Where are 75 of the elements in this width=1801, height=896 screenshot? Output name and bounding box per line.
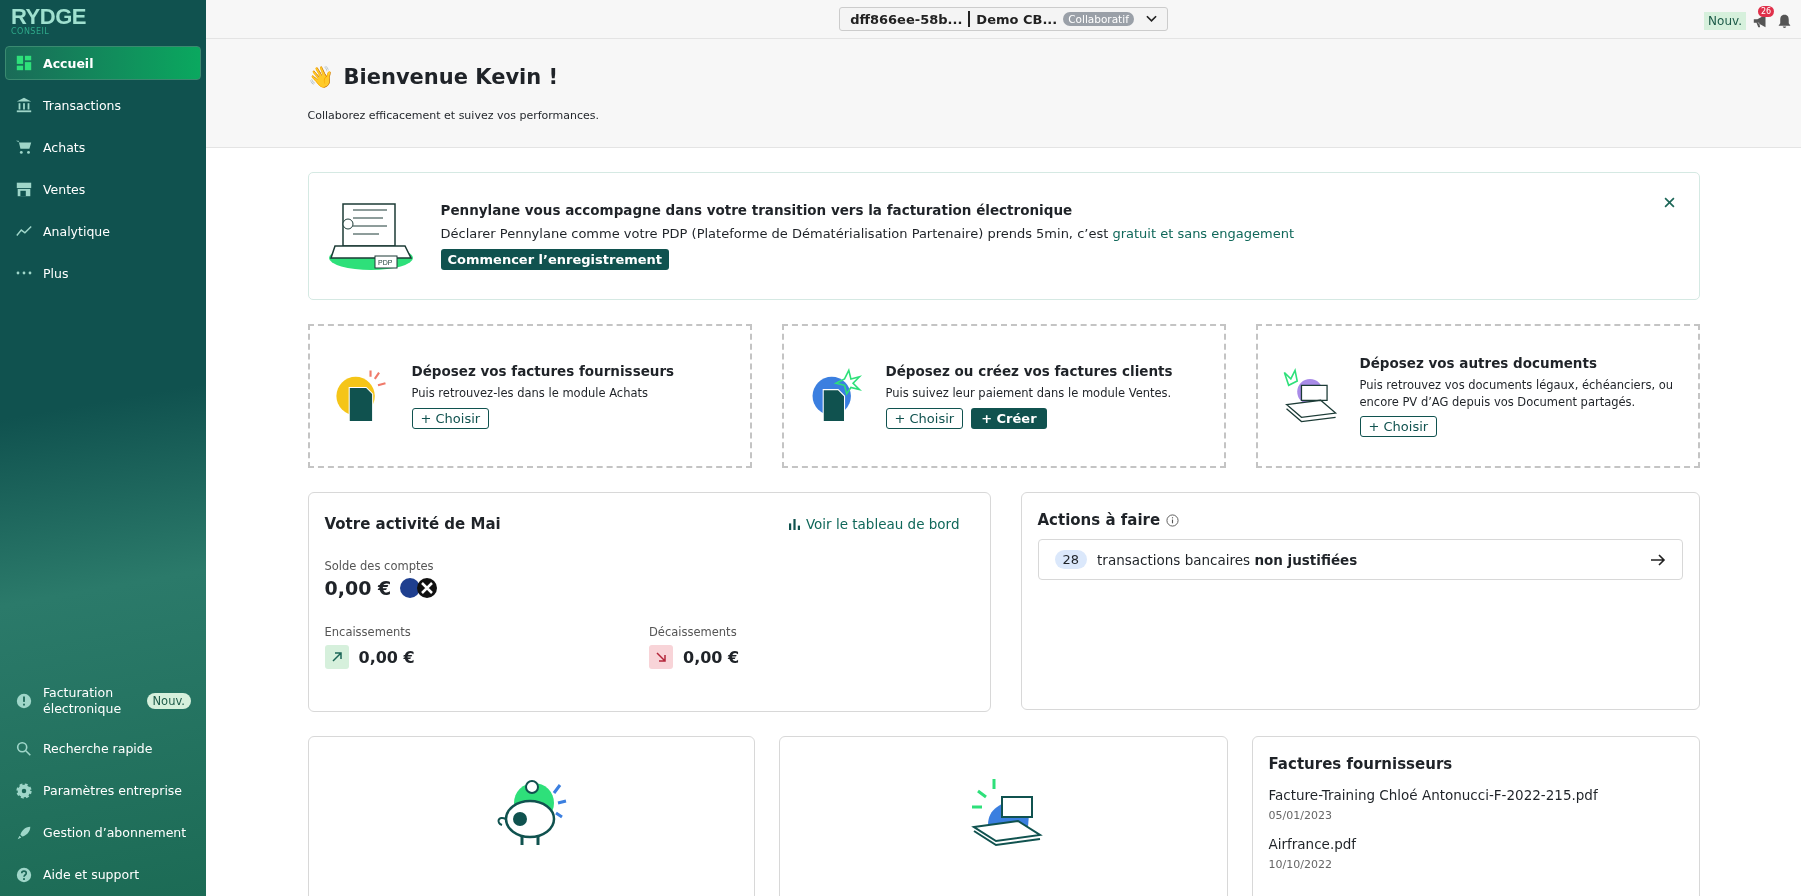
gear-icon: [15, 782, 33, 800]
arrow-down-right-icon: [649, 645, 673, 669]
notification-count: 26: [1758, 6, 1775, 17]
choose-button[interactable]: + Choisir: [1359, 415, 1438, 437]
nav-item[interactable]: Recherche rapide: [5, 732, 201, 766]
company-id: dff866ee-58b...: [850, 11, 963, 27]
dropzone-title: Déposez ou créez vos factures clients: [885, 363, 1173, 380]
upload-dropzone[interactable]: Déposez ou créez vos factures clients Puis suivez leur paiement dans le module Ventes. + Choisir + Créer: [781, 324, 1226, 468]
card-title: Votre activité de Mai: [324, 515, 501, 533]
bell-icon[interactable]: [1776, 12, 1793, 30]
card-title: Factures fournisseurs: [1268, 755, 1454, 773]
company-selector[interactable]: dff866ee-58b... Demo CB... Collaboratif: [839, 7, 1168, 31]
balance-label: Solde des comptes: [324, 559, 435, 573]
close-icon[interactable]: [1663, 197, 1675, 208]
outflow-label: Décaissements: [649, 625, 738, 639]
cart-icon: [15, 138, 33, 156]
dropzone-title: Déposez vos factures fournisseurs: [411, 363, 675, 380]
balance-amount: 0,00 €: [324, 577, 392, 599]
invoice-date: 10/10/2022: [1268, 858, 1333, 871]
nav-item[interactable]: Aide et support: [5, 858, 201, 892]
arrow-up-right-icon: [324, 645, 349, 669]
dashboard-icon: [15, 54, 33, 72]
nav-item[interactable]: Paramètres entreprise: [5, 774, 201, 808]
alert-icon: [15, 691, 33, 710]
bank-icon: [15, 96, 33, 114]
invoice-file-name[interactable]: Airfrance.pdf: [1268, 836, 1683, 852]
banner-title: Pennylane vous accompagne dans votre transition vers la facturation électronique: [440, 202, 1073, 218]
banner-text: Déclarer Pennylane comme votre PDP (Plateforme de Dématérialisation Partenaire) prends 5min, c’est: [440, 226, 1109, 241]
search-icon: [15, 740, 33, 758]
store-icon: [15, 180, 33, 198]
action-count: 28: [1054, 550, 1088, 569]
nav-item[interactable]: Transactions: [5, 88, 201, 122]
logo-subtitle: CONSEIL: [11, 28, 51, 36]
dropzone-title: Déposez vos autres documents: [1359, 355, 1597, 372]
action-item[interactable]: 28 transactions bancaires non justifiées: [1037, 539, 1683, 580]
welcome-subtitle: Collaborez efficacement et suivez vos performances.: [307, 109, 601, 122]
info-icon[interactable]: [1166, 513, 1180, 527]
upload-dropzone[interactable]: Déposez vos factures fournisseurs Puis retrouvez-les dans le module Achats + Choisir: [307, 324, 752, 468]
invoice-file-name[interactable]: Facture-Training Chloé Antonucci-F-2022-215.pdf: [1268, 787, 1683, 803]
nav-item[interactable]: Plus: [5, 256, 201, 290]
welcome-title: Bienvenue Kevin !: [343, 65, 559, 89]
nav-item[interactable]: Achats: [5, 130, 201, 164]
dropzone-text: Puis retrouvez-les dans le module Achats: [411, 385, 648, 402]
bar-chart-icon: [788, 518, 800, 530]
create-button[interactable]: + Créer: [971, 407, 1047, 429]
outflow-amount: 0,00 €: [683, 647, 740, 667]
invoice-date: 05/01/2023: [1268, 809, 1333, 822]
action-text: transactions bancaires non justifiées: [1097, 551, 1359, 568]
choose-button[interactable]: + Choisir: [411, 407, 490, 429]
dots-icon: [15, 271, 33, 275]
nav-item[interactable]: Ventes: [5, 172, 201, 206]
new-badge: Nouv.: [1704, 12, 1746, 30]
dropzone-text: Puis suivez leur paiement dans le module Ventes.: [885, 385, 1172, 402]
card-title: Actions à faire: [1037, 511, 1161, 529]
arrow-right-icon: [1649, 551, 1666, 568]
inflow-label: Encaissements: [324, 625, 412, 639]
inflow-amount: 0,00 €: [358, 647, 415, 667]
nav-item[interactable]: Analytique: [5, 214, 201, 248]
start-registration-button[interactable]: Commencer l’enregistrement: [440, 249, 670, 270]
help-icon: [15, 866, 33, 884]
nav-item[interactable]: Accueil: [5, 46, 201, 80]
upload-dropzone[interactable]: Déposez vos autres documents Puis retrouvez vos documents légaux, échéanciers, ou encore PV d’AG depuis vos Document partagés. + Choisir: [1255, 324, 1700, 468]
wave-emoji: 👋: [307, 65, 334, 89]
chevron-down-icon: [1145, 15, 1157, 23]
banner-link[interactable]: gratuit et sans engagement: [1112, 226, 1294, 241]
nav-item[interactable]: Facturation électronique Nouv.: [5, 677, 201, 724]
choose-button[interactable]: + Choisir: [885, 407, 964, 429]
bank-logos-icon: [399, 577, 440, 599]
dashboard-link[interactable]: Voir le tableau de bord: [788, 515, 960, 533]
new-badge: Nouv.: [146, 692, 191, 709]
logo-text: RYDGE: [11, 6, 87, 28]
company-tag: Collaboratif: [1063, 12, 1134, 26]
dropzone-text: Puis retrouvez vos documents légaux, échéanciers, ou encore PV d’AG depuis vos Document partagés.: [1359, 377, 1675, 410]
nav-item[interactable]: Gestion d’abonnement: [5, 816, 201, 850]
company-name: Demo CB...: [976, 11, 1058, 27]
